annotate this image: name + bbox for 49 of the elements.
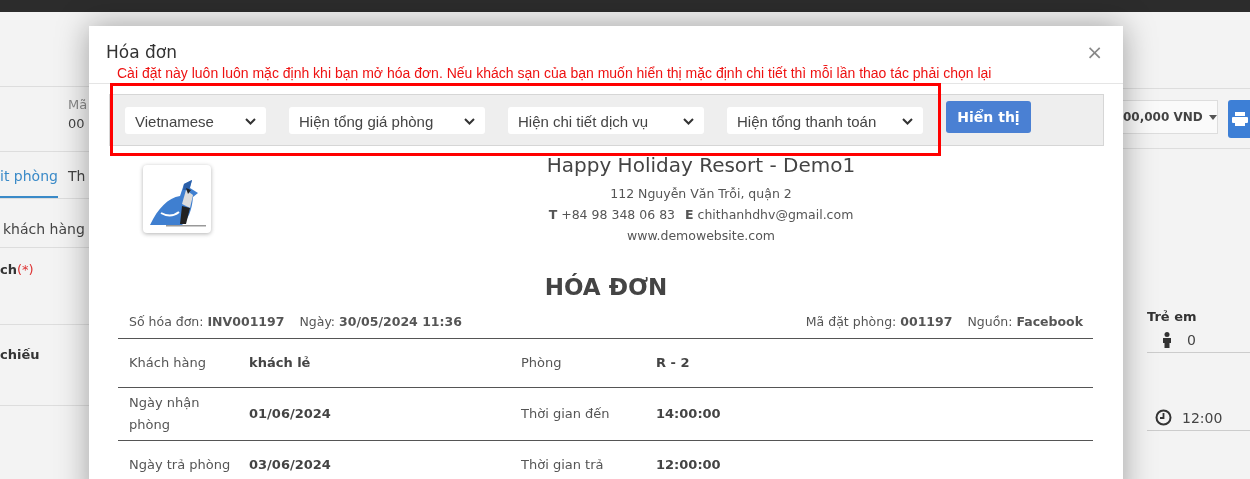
dialog-title: Hóa đơn	[106, 42, 177, 62]
hotel-name: Happy Holiday Resort - Demo1	[546, 153, 856, 177]
total-dropdown[interactable]: 00,000 VND	[1123, 100, 1218, 134]
meta-text: Ngày: 30/05/2024 11:36	[299, 314, 462, 329]
select-field[interactable]: Hiện tổng giá phòng	[289, 106, 485, 134]
section-title: khách hàng	[3, 221, 85, 237]
print-button[interactable]	[1227, 100, 1250, 138]
chevron-icon	[464, 117, 475, 125]
field-value: 00	[68, 116, 86, 131]
hotel-address: 112 Nguyễn Văn Trỗi, quận 2	[610, 185, 792, 203]
table-cell-text: 01/06/2024	[249, 405, 332, 423]
field-label: chiếu	[0, 347, 40, 362]
show-button[interactable]: Hiển thị	[946, 101, 1031, 133]
printer-icon	[1231, 112, 1248, 126]
select-field[interactable]: Hiện tổng thanh toán	[727, 106, 923, 134]
field-label: Trẻ em	[1147, 309, 1198, 324]
hotel-website: www.demowebsite.com	[626, 227, 775, 245]
tab[interactable]: Th	[67, 168, 86, 198]
field-label: ch(*)	[0, 262, 34, 277]
table-cell-text: Thời gian đến	[521, 405, 611, 423]
table-cell-text: 12:00:00	[656, 456, 722, 474]
invoice-title: HÓA ĐƠN	[543, 274, 669, 300]
field-label: Mã	[68, 97, 89, 112]
chevron-icon	[683, 117, 694, 125]
meta-text: Mã đặt phòng: 001197	[805, 314, 953, 329]
table-cell-text: Thời gian trả	[521, 456, 605, 474]
clock-icon	[1155, 409, 1172, 426]
table-cell-text: Ngày nhận phòng	[129, 394, 201, 434]
select-field[interactable]: Vietnamese	[125, 106, 266, 134]
meta-text: Nguồn: Facebook	[967, 314, 1083, 329]
select-field[interactable]: Hiện chi tiết dịch vụ	[508, 106, 704, 134]
children-field[interactable]: 0	[1147, 324, 1250, 353]
table-cell-text: Ngày trả phòng	[129, 456, 232, 474]
time-field[interactable]: 12:00	[1147, 401, 1250, 431]
contact-text: E chithanhdhv@gmail.com	[685, 206, 854, 224]
meta-text: Số hóa đơn: INV001197	[129, 314, 285, 329]
person-icon	[1161, 332, 1173, 348]
table-cell-text: R - 2	[656, 354, 691, 372]
close-button[interactable]: ×	[1082, 40, 1107, 64]
caret-icon	[1208, 114, 1217, 120]
table-cell-text: khách lẻ	[249, 354, 312, 372]
notice-text: Cài đặt này luôn luôn mặc định khi bạn mở hóa đơn. Nếu khách sạn của bạn muốn hiển thị mặc định chi tiết thì mỗi lần thao tác phải chọn lại	[116, 64, 993, 83]
table-cell-text: 03/06/2024	[249, 456, 332, 474]
chevron-icon	[245, 117, 256, 125]
contact-text: T +84 98 348 06 83	[548, 206, 676, 224]
chevron-icon	[902, 117, 913, 125]
table-cell-text: 14:00:00	[656, 405, 722, 423]
table-cell-text: Phòng	[521, 354, 563, 372]
table-cell-text: Khách hàng	[129, 354, 207, 372]
